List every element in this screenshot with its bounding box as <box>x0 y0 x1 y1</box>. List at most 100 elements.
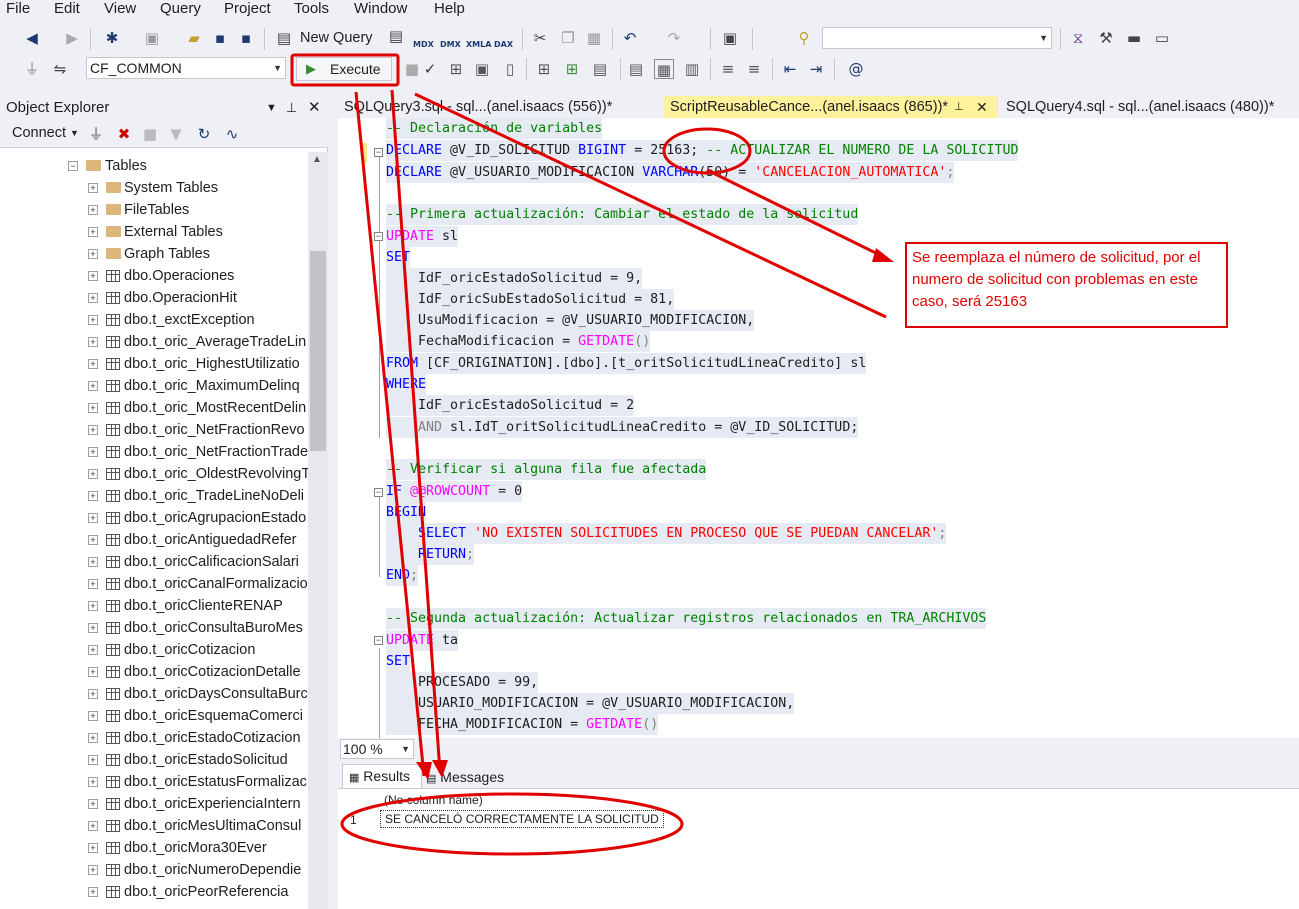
fold-icon[interactable]: − <box>374 636 383 645</box>
expand-icon[interactable]: + <box>88 425 98 435</box>
execute-button[interactable]: ▶ Execute <box>296 57 392 81</box>
expand-icon[interactable]: + <box>88 359 98 369</box>
activity-monitor-icon[interactable]: ▣ <box>720 28 740 48</box>
parse-icon[interactable]: ✓ <box>420 59 440 79</box>
expand-icon[interactable]: + <box>88 249 98 259</box>
paste-icon[interactable]: ▦ <box>584 28 604 48</box>
forward-icon[interactable]: ▶ <box>62 28 82 48</box>
expand-icon[interactable]: + <box>88 381 98 391</box>
menu-view[interactable]: View <box>104 0 136 18</box>
row-number[interactable]: 1 <box>350 813 357 827</box>
undo-icon[interactable]: ↶ <box>620 28 640 48</box>
connect-plug-icon[interactable]: ⏚ <box>86 124 106 144</box>
expand-icon[interactable]: + <box>88 557 98 567</box>
tab-messages[interactable]: ▤ Messages <box>424 766 516 788</box>
decrease-indent-icon[interactable]: ⇤ <box>780 59 800 79</box>
tab-script-reusable-cancel[interactable]: ScriptReusableCance...(anel.isaacs (865)… <box>664 96 998 118</box>
expand-icon[interactable]: + <box>88 491 98 501</box>
chevron-down-icon[interactable]: ▼ <box>70 128 79 138</box>
expand-icon[interactable]: + <box>88 777 98 787</box>
uncomment-icon[interactable]: ≡ <box>744 59 764 79</box>
expand-icon[interactable]: + <box>88 337 98 347</box>
change-connection-icon[interactable]: ⇋ <box>50 59 70 79</box>
expand-icon[interactable]: + <box>88 711 98 721</box>
expand-icon[interactable]: + <box>88 799 98 809</box>
stop-icon[interactable]: ■ <box>140 124 160 144</box>
results-to-file-icon[interactable]: ▥ <box>682 59 702 79</box>
activity-icon[interactable]: ∿ <box>222 124 242 144</box>
collapse-icon[interactable]: − <box>68 161 78 171</box>
column-header[interactable]: (No column name) <box>384 793 483 807</box>
menu-tools[interactable]: Tools <box>294 0 329 18</box>
copy-icon[interactable]: ❐ <box>558 28 578 48</box>
expand-icon[interactable]: + <box>88 579 98 589</box>
result-cell[interactable]: SE CANCELÓ CORRECTAMENTE LA SOLICITUD <box>380 810 664 828</box>
results-to-grid-icon[interactable]: ▦ <box>654 59 674 79</box>
panel-menu-icon[interactable]: ▼ <box>266 96 277 120</box>
query-options-icon[interactable]: ▣ <box>472 59 492 79</box>
expand-icon[interactable]: + <box>88 447 98 457</box>
include-plan-icon[interactable]: ⊞ <box>534 59 554 79</box>
refresh-icon[interactable]: ↻ <box>194 124 214 144</box>
expand-icon[interactable]: + <box>88 293 98 303</box>
comment-icon[interactable]: ≡ <box>718 59 738 79</box>
expand-icon[interactable]: + <box>88 843 98 853</box>
save-all-icon[interactable]: ▪ <box>236 28 256 48</box>
expand-icon[interactable]: + <box>88 821 98 831</box>
scrollbar-thumb[interactable] <box>310 251 326 451</box>
expand-icon[interactable]: + <box>88 667 98 677</box>
add-item-icon[interactable]: ▣ <box>142 28 162 48</box>
intellisense-icon[interactable]: ▯ <box>500 59 520 79</box>
find-icon[interactable]: ⚲ <box>794 28 814 48</box>
expand-icon[interactable]: + <box>88 865 98 875</box>
open-file-icon[interactable]: ▰ <box>184 28 204 48</box>
cut-icon[interactable]: ✂ <box>530 28 550 48</box>
save-icon[interactable]: ▪ <box>210 28 230 48</box>
dmx-query-icon[interactable]: DMX <box>440 40 461 49</box>
expand-icon[interactable]: + <box>88 755 98 765</box>
new-project-icon[interactable]: ✱ <box>102 28 122 48</box>
search-combo[interactable]: ▼ <box>822 27 1052 49</box>
filter-icon[interactable]: ▼ <box>166 124 186 144</box>
zoom-select[interactable]: 100 % ▼ <box>340 739 414 759</box>
expand-icon[interactable]: + <box>88 403 98 413</box>
scroll-up-icon[interactable]: ▲ <box>312 154 322 165</box>
code-editor[interactable]: − − − − -- Declaración de variables DECL… <box>338 118 1299 738</box>
connect-icon[interactable]: ⏚ <box>22 59 42 79</box>
expand-icon[interactable]: + <box>88 535 98 545</box>
menu-help[interactable]: Help <box>434 0 465 18</box>
expand-icon[interactable]: + <box>88 469 98 479</box>
expand-icon[interactable]: + <box>88 601 98 611</box>
wrench-icon[interactable]: ⚒ <box>1096 28 1116 48</box>
expand-icon[interactable]: + <box>88 887 98 897</box>
connect-button[interactable]: Connect <box>12 125 66 141</box>
estimated-plan-icon[interactable]: ⊞ <box>446 59 466 79</box>
command-window-icon[interactable]: ▭ <box>1152 28 1172 48</box>
cancel-query-icon[interactable]: ■ <box>402 59 422 79</box>
fold-icon[interactable]: − <box>374 488 383 497</box>
database-engine-query-icon[interactable]: ▤ <box>386 26 406 46</box>
menu-window[interactable]: Window <box>354 0 407 18</box>
live-stats-icon[interactable]: ⊞ <box>562 59 582 79</box>
expand-icon[interactable]: + <box>88 183 98 193</box>
mdx-query-icon[interactable]: MDX <box>413 40 434 49</box>
new-query-button[interactable]: New Query <box>300 30 373 46</box>
expand-icon[interactable]: + <box>88 513 98 523</box>
close-icon[interactable]: ✕ <box>308 96 321 120</box>
expand-icon[interactable]: + <box>88 645 98 655</box>
pin-icon[interactable]: ⊥ <box>286 96 297 120</box>
tab-results[interactable]: ▦ Results <box>342 764 422 788</box>
toolbox-icon[interactable]: ▬ <box>1124 28 1144 48</box>
expand-icon[interactable]: + <box>88 227 98 237</box>
expand-icon[interactable]: + <box>88 689 98 699</box>
fold-icon[interactable]: − <box>374 232 383 241</box>
expand-icon[interactable]: + <box>88 623 98 633</box>
expand-icon[interactable]: + <box>88 205 98 215</box>
fold-icon[interactable]: − <box>374 148 383 157</box>
results-to-text-icon[interactable]: ▤ <box>626 59 646 79</box>
menu-file[interactable]: File <box>6 0 30 18</box>
xmla-query-icon[interactable]: XMLA <box>466 40 491 49</box>
pin-icon[interactable]: ⊥ <box>954 96 964 118</box>
back-icon[interactable]: ◀ <box>22 28 42 48</box>
new-query-icon[interactable]: ▤ <box>274 28 294 48</box>
